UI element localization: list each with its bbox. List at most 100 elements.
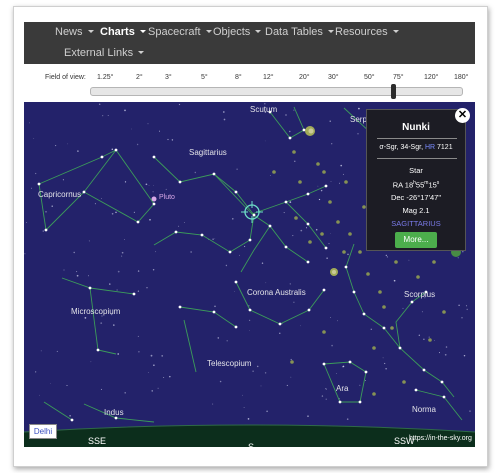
- star[interactable]: [306, 222, 310, 226]
- nav-item-objects[interactable]: Objects: [213, 25, 262, 39]
- star[interactable]: [248, 308, 252, 312]
- deep-sky-object[interactable]: [416, 275, 420, 279]
- nav-item-spacecraft[interactable]: Spacecraft: [148, 25, 212, 39]
- star[interactable]: [322, 362, 326, 366]
- star[interactable]: [322, 288, 326, 292]
- star[interactable]: [284, 200, 288, 204]
- star[interactable]: [382, 326, 386, 330]
- star[interactable]: [306, 260, 310, 264]
- star[interactable]: [174, 230, 178, 234]
- nav-item-resources[interactable]: Resources: [335, 25, 399, 39]
- star[interactable]: [288, 136, 292, 140]
- nav-item-charts[interactable]: Charts: [100, 25, 146, 39]
- constellation-link[interactable]: SAGITTARIUS: [367, 219, 465, 228]
- deep-sky-object[interactable]: [322, 330, 326, 334]
- star[interactable]: [248, 238, 252, 242]
- star[interactable]: [410, 300, 414, 304]
- star[interactable]: [398, 346, 402, 350]
- deep-sky-object[interactable]: [342, 250, 346, 254]
- nav-item-news[interactable]: News: [55, 25, 94, 39]
- star[interactable]: [344, 265, 348, 269]
- star[interactable]: [234, 190, 238, 194]
- star[interactable]: [178, 305, 182, 309]
- deep-sky-object[interactable]: [290, 360, 294, 364]
- star[interactable]: [178, 180, 182, 184]
- star[interactable]: [152, 202, 156, 206]
- deep-sky-object[interactable]: [320, 232, 324, 236]
- deep-sky-object[interactable]: [272, 170, 276, 174]
- star[interactable]: [306, 192, 310, 196]
- star[interactable]: [234, 325, 238, 329]
- fov-slider-track[interactable]: [90, 84, 463, 99]
- fov-slider-handle[interactable]: [391, 84, 396, 99]
- site-credit[interactable]: https://in-the-sky.org: [409, 435, 472, 442]
- star[interactable]: [324, 184, 328, 188]
- star[interactable]: [352, 290, 356, 294]
- star[interactable]: [100, 155, 104, 159]
- star[interactable]: [114, 416, 118, 420]
- star[interactable]: [364, 370, 368, 374]
- star[interactable]: [442, 395, 446, 399]
- star[interactable]: [268, 224, 272, 228]
- star[interactable]: [82, 190, 86, 194]
- star[interactable]: [362, 312, 366, 316]
- star[interactable]: [307, 308, 311, 312]
- nav-item-external-links[interactable]: External Links: [64, 46, 145, 60]
- star[interactable]: [234, 280, 238, 284]
- star[interactable]: [132, 292, 136, 296]
- star[interactable]: [358, 400, 362, 404]
- deep-sky-object[interactable]: [428, 338, 432, 342]
- close-icon[interactable]: ✕: [455, 108, 470, 123]
- star[interactable]: [278, 322, 282, 326]
- deep-sky-object[interactable]: [372, 392, 376, 396]
- hr-catalog-link[interactable]: HR: [425, 144, 435, 151]
- deep-sky-object[interactable]: [442, 310, 446, 314]
- star[interactable]: [114, 148, 118, 152]
- more-button[interactable]: More...: [395, 232, 437, 248]
- star[interactable]: [44, 228, 48, 232]
- star[interactable]: [212, 172, 216, 176]
- star[interactable]: [96, 348, 100, 352]
- star[interactable]: [348, 360, 352, 364]
- deep-sky-object[interactable]: [348, 232, 352, 236]
- star[interactable]: [152, 155, 156, 159]
- planet-label-pluto[interactable]: Pluto: [159, 194, 175, 201]
- sky-chart[interactable]: Scutum Serpens Sagittarius Capricornus C…: [24, 102, 475, 447]
- nav-item-data-tables[interactable]: Data Tables: [265, 25, 334, 39]
- deep-sky-object[interactable]: [322, 170, 326, 174]
- deep-sky-object[interactable]: [382, 305, 386, 309]
- star[interactable]: [284, 245, 288, 249]
- deep-sky-object[interactable]: [292, 150, 296, 154]
- deep-sky-object[interactable]: [298, 180, 302, 184]
- deep-sky-object[interactable]: [378, 290, 382, 294]
- star[interactable]: [324, 246, 328, 250]
- star[interactable]: [422, 368, 426, 372]
- star[interactable]: [252, 213, 256, 217]
- star[interactable]: [302, 128, 306, 132]
- star[interactable]: [338, 400, 342, 404]
- deep-sky-object[interactable]: [294, 216, 298, 220]
- deep-sky-object[interactable]: [394, 260, 398, 264]
- deep-sky-object[interactable]: [328, 200, 332, 204]
- pluto-marker[interactable]: [151, 196, 157, 202]
- star[interactable]: [414, 388, 418, 392]
- deep-sky-object[interactable]: [308, 240, 312, 244]
- star[interactable]: [70, 418, 74, 422]
- deep-sky-object[interactable]: [432, 260, 436, 264]
- deep-sky-object[interactable]: [336, 220, 340, 224]
- deep-sky-object[interactable]: [316, 162, 320, 166]
- location-button[interactable]: Delhi: [29, 424, 57, 439]
- deep-sky-object[interactable]: [358, 250, 362, 254]
- deep-sky-object[interactable]: [344, 180, 348, 184]
- star[interactable]: [136, 220, 140, 224]
- star[interactable]: [88, 286, 92, 290]
- deep-sky-object[interactable]: [390, 326, 394, 330]
- deep-sky-object[interactable]: [372, 346, 376, 350]
- deep-sky-object[interactable]: [366, 272, 370, 276]
- star[interactable]: [212, 310, 216, 314]
- deep-sky-object[interactable]: [402, 380, 406, 384]
- star[interactable]: [37, 182, 41, 186]
- star[interactable]: [228, 250, 232, 254]
- star[interactable]: [440, 380, 444, 384]
- star[interactable]: [200, 233, 204, 237]
